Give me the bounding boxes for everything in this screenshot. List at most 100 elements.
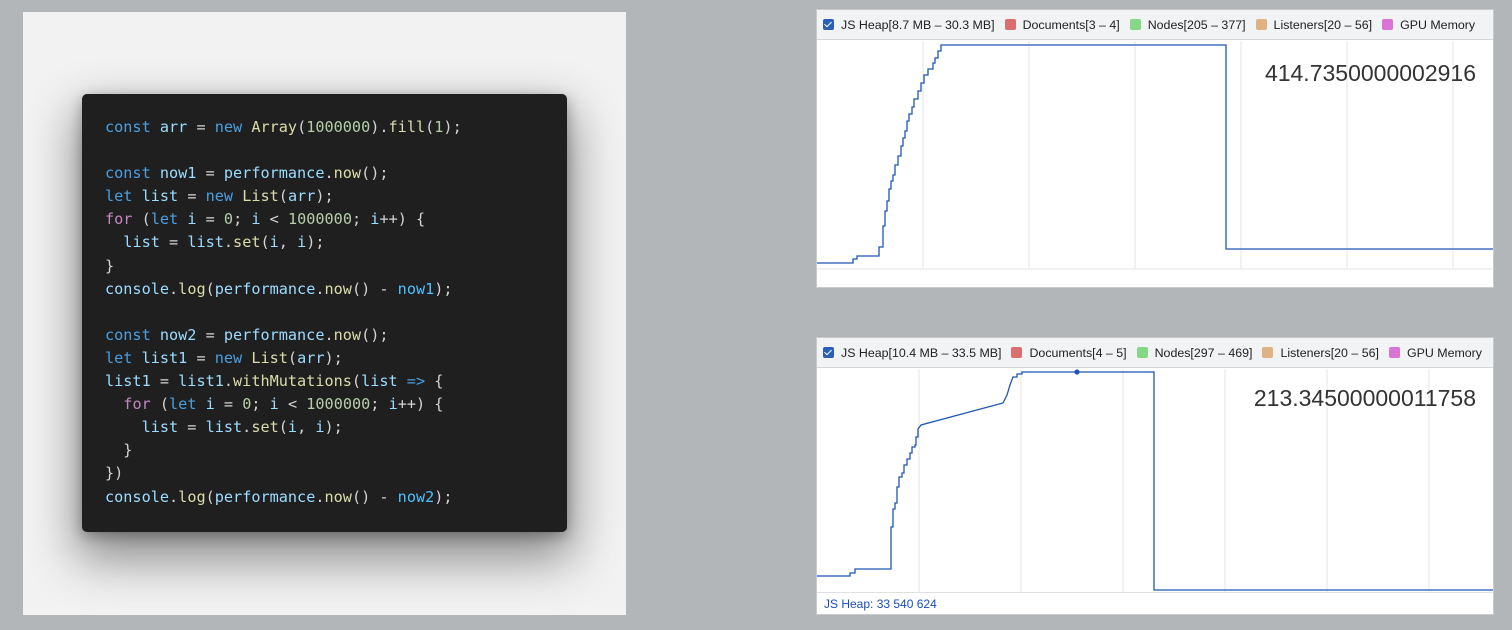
code-token: now bbox=[324, 279, 352, 298]
code-token: ); bbox=[324, 348, 343, 367]
code-token: = bbox=[150, 372, 179, 391]
code-token: . bbox=[169, 487, 179, 506]
listeners-swatch-icon[interactable] bbox=[1255, 19, 1267, 30]
code-token: now bbox=[333, 325, 362, 344]
code-token: < bbox=[278, 395, 307, 414]
legend-gpu-memory[interactable]: GPU Memory bbox=[1382, 18, 1475, 32]
code-token: list bbox=[361, 372, 398, 391]
code-token: list bbox=[205, 418, 243, 437]
checkbox-checked-icon[interactable] bbox=[823, 347, 834, 358]
code-token: = bbox=[187, 348, 215, 367]
legend-documents-label: Documents[4 – 5] bbox=[1029, 345, 1127, 360]
legend-nodes-label: Nodes[205 – 377] bbox=[1147, 17, 1246, 32]
nodes-swatch-icon[interactable] bbox=[1129, 19, 1141, 30]
code-token: . bbox=[242, 418, 252, 437]
code-token: (); bbox=[361, 164, 389, 183]
code-token: performance bbox=[214, 487, 316, 506]
code-token: { bbox=[425, 372, 444, 391]
legend-js-heap[interactable]: JS Heap[8.7 MB – 30.3 MB] bbox=[823, 18, 995, 32]
watermark-text: @稀土掘金技术社区 bbox=[1328, 595, 1481, 615]
code-token: new bbox=[214, 118, 243, 136]
memory-legend: JS Heap[8.7 MB – 30.3 MB] Documents[3 – … bbox=[817, 10, 1493, 40]
memory-legend: JS Heap[10.4 MB – 33.5 MB] Documents[4 –… bbox=[817, 338, 1493, 368]
code-token: new bbox=[205, 187, 234, 206]
legend-listeners[interactable]: Listeners[20 – 56] bbox=[1255, 17, 1373, 32]
legend-gpu-memory[interactable]: GPU Memory bbox=[1388, 346, 1482, 360]
code-line: let list1 = new List(arr); bbox=[105, 347, 462, 370]
code-token: i bbox=[315, 418, 325, 437]
code-token: console bbox=[105, 279, 170, 298]
legend-documents-label: Documents[3 – 4] bbox=[1022, 17, 1120, 32]
code-token: i bbox=[269, 233, 279, 252]
documents-swatch-icon[interactable] bbox=[1011, 347, 1023, 358]
code-token: ); bbox=[306, 233, 325, 252]
code-token: = bbox=[214, 395, 243, 414]
memory-panel-2: JS Heap[10.4 MB – 33.5 MB] Documents[4 –… bbox=[816, 337, 1494, 615]
listeners-swatch-icon[interactable] bbox=[1262, 347, 1274, 358]
code-token: ( bbox=[205, 279, 215, 298]
code-token: . bbox=[223, 233, 234, 252]
legend-listeners-label: Listeners[20 – 56] bbox=[1280, 345, 1379, 360]
code-token: list bbox=[141, 418, 179, 437]
legend-nodes-label: Nodes[297 – 469] bbox=[1154, 345, 1253, 360]
legend-nodes[interactable]: Nodes[205 – 377] bbox=[1129, 17, 1246, 32]
documents-swatch-icon[interactable] bbox=[1004, 19, 1016, 30]
legend-listeners[interactable]: Listeners[20 – 56] bbox=[1262, 346, 1379, 360]
code-token: i bbox=[388, 395, 398, 414]
code-line: } bbox=[105, 255, 462, 278]
gpu-swatch-icon[interactable] bbox=[1388, 347, 1400, 358]
code-token: list1 bbox=[141, 348, 188, 367]
code-token: const bbox=[105, 325, 151, 344]
code-token: ; bbox=[251, 395, 270, 414]
code-token: ; bbox=[370, 395, 389, 414]
code-token: list1 bbox=[178, 372, 224, 391]
code-token: arr bbox=[287, 187, 316, 206]
code-token: List bbox=[251, 348, 288, 367]
legend-documents[interactable]: Documents[3 – 4] bbox=[1004, 17, 1120, 32]
code-line: list1 = list1.withMutations(list => { bbox=[105, 370, 462, 393]
code-token: i bbox=[287, 418, 298, 437]
legend-js-heap-label: JS Heap[8.7 MB – 30.3 MB] bbox=[841, 17, 995, 32]
legend-js-heap[interactable]: JS Heap[10.4 MB – 33.5 MB] bbox=[823, 346, 1001, 360]
code-token: ). bbox=[370, 118, 389, 136]
code-line: }) bbox=[105, 462, 462, 485]
legend-documents[interactable]: Documents[4 – 5] bbox=[1011, 345, 1127, 360]
code-token: . bbox=[315, 487, 325, 506]
code-token: () - bbox=[351, 279, 398, 298]
code-token: new bbox=[214, 348, 243, 367]
nodes-swatch-icon[interactable] bbox=[1136, 347, 1148, 358]
code-screenshot-background: const arr = new Array(1000000).fill(1); … bbox=[23, 12, 626, 615]
code-token: performance bbox=[223, 325, 325, 344]
checkbox-checked-icon[interactable] bbox=[823, 19, 834, 30]
gpu-swatch-icon[interactable] bbox=[1382, 19, 1394, 30]
code-token: Array bbox=[251, 118, 298, 136]
code-token: List bbox=[242, 187, 279, 206]
legend-listeners-label: Listeners[20 – 56] bbox=[1273, 17, 1373, 32]
code-token: => bbox=[406, 372, 426, 391]
code-token: ++) { bbox=[379, 210, 426, 229]
code-token: console bbox=[105, 487, 170, 506]
code-token: arr bbox=[159, 118, 188, 136]
code-token: list bbox=[187, 233, 224, 252]
code-token: = bbox=[196, 164, 224, 183]
code-token: 1000000 bbox=[306, 395, 371, 414]
code-token: log bbox=[178, 487, 206, 506]
code-block: const arr = new Array(1000000).fill(1); … bbox=[105, 116, 462, 509]
legend-nodes[interactable]: Nodes[297 – 469] bbox=[1136, 345, 1253, 360]
code-token: for bbox=[123, 395, 151, 414]
code-token: . bbox=[315, 279, 325, 298]
code-token: log bbox=[178, 279, 206, 298]
code-line: list = list.set(i, i); bbox=[105, 231, 462, 254]
code-token: performance bbox=[223, 164, 325, 183]
code-token: now2 bbox=[397, 487, 435, 506]
